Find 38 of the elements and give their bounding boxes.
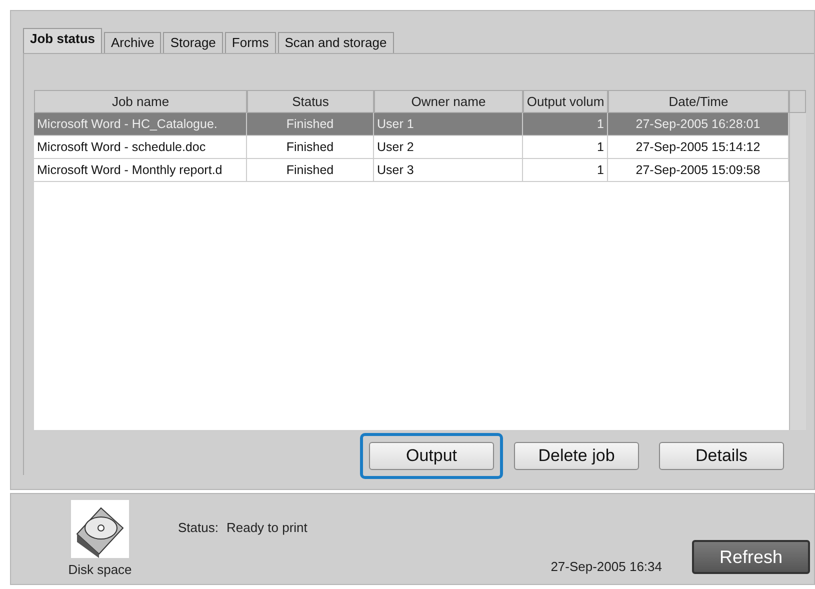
table-row[interactable]: Microsoft Word - schedule.doc Finished User 2 1 27-Sep-2005 15:14:12 xyxy=(34,136,789,159)
table-cell: Finished xyxy=(247,159,374,182)
column-header[interactable]: Owner name xyxy=(374,90,523,113)
tab[interactable]: Job status xyxy=(23,28,102,53)
action-button[interactable]: Details xyxy=(659,442,784,470)
table-cell: 27-Sep-2005 15:09:58 xyxy=(608,159,789,182)
tab[interactable]: Archive xyxy=(104,32,162,53)
table-cell: Finished xyxy=(247,136,374,159)
header-corner xyxy=(789,90,806,113)
tab[interactable]: Scan and storage xyxy=(278,32,394,53)
table-cell: User 3 xyxy=(374,159,523,182)
status-label: Status: xyxy=(178,520,218,535)
column-header[interactable]: Date/Time xyxy=(608,90,789,113)
table-cell: 1 xyxy=(523,113,608,136)
scrollbar[interactable] xyxy=(789,113,806,430)
table-cell: Microsoft Word - schedule.doc xyxy=(34,136,247,159)
tab[interactable]: Forms xyxy=(224,32,276,53)
table-cell: Finished xyxy=(247,113,374,136)
table-cell: User 2 xyxy=(374,136,523,159)
refresh-button[interactable]: Refresh xyxy=(692,540,810,574)
action-button[interactable]: Output xyxy=(369,442,494,470)
table-cell: 1 xyxy=(523,159,608,182)
status-value: Ready to print xyxy=(226,520,308,535)
table-cell: User 1 xyxy=(374,113,523,136)
table-row[interactable]: Microsoft Word - Monthly report.d Finished User 3 1 27-Sep-2005 15:09:58 xyxy=(34,159,789,182)
column-header[interactable]: Status xyxy=(247,90,374,113)
disk-drive-icon xyxy=(71,500,129,558)
action-button[interactable]: Delete job xyxy=(514,442,639,470)
datetime-text: 27-Sep-2005 16:34 xyxy=(550,559,662,574)
table-cell: Microsoft Word - Monthly report.d xyxy=(34,159,247,182)
column-header[interactable]: Job name xyxy=(34,90,247,113)
table-cell: 27-Sep-2005 16:28:01 xyxy=(608,113,789,136)
table-cell: 1 xyxy=(523,136,608,159)
table-cell: Microsoft Word - HC_Catalogue. xyxy=(34,113,247,136)
tab[interactable]: Storage xyxy=(163,32,223,53)
disk-space-label: Disk space xyxy=(68,562,132,577)
table-cell: 27-Sep-2005 15:14:12 xyxy=(608,136,789,159)
column-header[interactable]: Output volum xyxy=(523,90,608,113)
